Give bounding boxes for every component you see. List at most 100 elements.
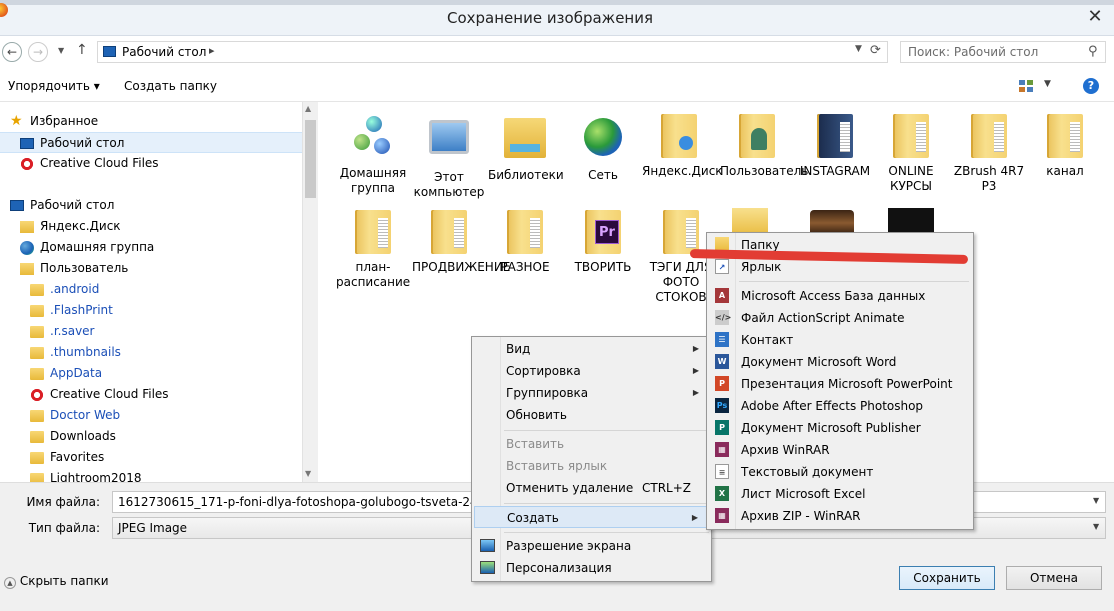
submenu-item-photoshop[interactable]: Ps Adobe After Effects Photoshop xyxy=(709,395,971,417)
menu-item-refresh[interactable]: Обновить xyxy=(474,404,709,426)
submenu-item-powerpoint[interactable]: P Презентация Microsoft PowerPoint xyxy=(709,373,971,395)
menu-item-label: Лист Microsoft Excel xyxy=(741,487,866,501)
chevron-down-icon[interactable]: ▼ xyxy=(1044,79,1051,89)
file-label: РАЗНОЕ xyxy=(500,260,550,274)
view-options-icon[interactable] xyxy=(1018,79,1034,93)
submenu-item-text-document[interactable]: ≡ Текстовый документ xyxy=(709,461,971,483)
chevron-right-icon: ▶ xyxy=(691,513,698,522)
submenu-item-zip[interactable]: ▦ Архив ZIP - WinRAR xyxy=(709,505,971,527)
submenu-item-word[interactable]: W Документ Microsoft Word xyxy=(709,351,971,373)
nav-item-rsaver[interactable]: .r.saver xyxy=(30,321,318,342)
menu-item-undo-delete[interactable]: Отменить удаление CTRL+Z xyxy=(474,477,709,499)
menu-item-label: Архив ZIP - WinRAR xyxy=(741,509,861,523)
nav-item-flashprint[interactable]: .FlashPrint xyxy=(30,300,318,321)
menu-item-view[interactable]: Вид ▶ xyxy=(474,338,709,360)
submenu-item-publisher[interactable]: P Документ Microsoft Publisher xyxy=(709,417,971,439)
scroll-down-icon[interactable]: ▼ xyxy=(305,469,311,478)
close-icon[interactable]: ✕ xyxy=(1080,4,1110,30)
file-item-yandex-disk[interactable]: Яндекс.Диск xyxy=(642,114,723,179)
file-item-this-pc[interactable]: Этот компьютер xyxy=(412,114,486,200)
address-bar[interactable]: Рабочий стол ▸ ▼ ⟳ xyxy=(97,41,888,63)
menu-item-screen-resolution[interactable]: Разрешение экрана xyxy=(474,535,709,557)
file-item-plan[interactable]: план-расписание xyxy=(336,210,410,290)
menu-item-sort[interactable]: Сортировка ▶ xyxy=(474,360,709,382)
menu-item-paste[interactable]: Вставить xyxy=(474,433,709,455)
nav-item-lightroom[interactable]: Lightroom2018 xyxy=(30,468,318,482)
toolbar: Упорядочить ▾ Создать папку ▼ ? xyxy=(0,70,1114,102)
refresh-icon[interactable]: ⟳ xyxy=(870,43,881,58)
file-item-kanal[interactable]: канал xyxy=(1028,114,1102,179)
downloads-folder-icon xyxy=(30,430,44,443)
nav-item-user[interactable]: Пользователь xyxy=(20,258,318,279)
file-item-instagram[interactable]: INSTAGRAM xyxy=(798,114,872,179)
menu-item-create[interactable]: Создать ▶ xyxy=(474,506,709,528)
file-item-user[interactable]: Пользователь xyxy=(720,114,808,179)
hide-folders-button[interactable]: ▲ Скрыть папки xyxy=(4,574,109,589)
libraries-icon xyxy=(503,118,547,164)
nav-item-android[interactable]: .android xyxy=(30,279,318,300)
cancel-button[interactable]: Отмена xyxy=(1006,566,1102,590)
organize-button[interactable]: Упорядочить ▾ xyxy=(8,79,100,93)
folder-icon xyxy=(30,325,44,338)
search-placeholder: Поиск: Рабочий стол xyxy=(908,45,1039,59)
menu-item-group[interactable]: Группировка ▶ xyxy=(474,382,709,404)
file-label: Этот компьютер xyxy=(413,170,485,199)
file-item-zbrush[interactable]: ZBrush 4R7 P3 xyxy=(952,114,1026,194)
nav-item-label: .r.saver xyxy=(50,324,95,338)
menu-item-personalize[interactable]: Персонализация xyxy=(474,557,709,579)
hide-folders-label: Скрыть папки xyxy=(19,574,109,588)
file-item-online-courses[interactable]: ONLINE КУРСЫ xyxy=(874,114,948,194)
submenu-item-contact[interactable]: ☰ Контакт xyxy=(709,329,971,351)
new-folder-button[interactable]: Создать папку xyxy=(124,79,217,93)
user-folder-icon xyxy=(20,262,34,275)
help-icon[interactable]: ? xyxy=(1083,78,1099,94)
file-label: Яндекс.Диск xyxy=(642,164,723,178)
nav-item-creative-cloud-2[interactable]: Creative Cloud Files xyxy=(30,384,318,405)
nav-item-favorites-folder[interactable]: Favorites xyxy=(30,447,318,468)
chevron-down-icon[interactable]: ▼ xyxy=(1093,522,1099,531)
window-title: Сохранение изображения xyxy=(446,9,653,27)
file-item-misc[interactable]: РАЗНОЕ xyxy=(488,210,562,275)
recent-locations-icon[interactable]: ▼ xyxy=(58,46,64,55)
nav-item-downloads[interactable]: Downloads xyxy=(30,426,318,447)
nav-item-favorites[interactable]: ★ Избранное xyxy=(10,111,312,132)
submenu-item-actionscript[interactable]: </> Файл ActionScript Animate xyxy=(709,307,971,329)
scroll-up-icon[interactable]: ▲ xyxy=(305,104,311,113)
context-menu: Вид ▶ Сортировка ▶ Группировка ▶ Обновить В… xyxy=(471,336,712,582)
nav-item-creative-cloud[interactable]: Creative Cloud Files xyxy=(20,153,318,174)
nav-item-label: Downloads xyxy=(50,429,116,443)
file-item-libraries[interactable]: Библиотеки xyxy=(488,114,564,183)
chevron-down-icon[interactable]: ▼ xyxy=(1093,496,1099,505)
menu-item-paste-shortcut[interactable]: Вставить ярлык xyxy=(474,455,709,477)
nav-item-desktop[interactable]: Рабочий стол xyxy=(10,195,312,216)
address-crumb[interactable]: Рабочий стол xyxy=(122,45,206,59)
back-button[interactable]: ← xyxy=(2,42,22,62)
submenu-item-winrar[interactable]: ▦ Архив WinRAR xyxy=(709,439,971,461)
up-button[interactable]: ↑ xyxy=(76,42,88,58)
search-input[interactable]: Поиск: Рабочий стол ⚲ xyxy=(900,41,1106,63)
file-item-promotion[interactable]: ПРОДВИЖЕНИЕ xyxy=(412,210,510,275)
filename-label: Имя файла: xyxy=(26,495,100,509)
menu-item-label: Документ Microsoft Publisher xyxy=(741,421,921,435)
chevron-right-icon[interactable]: ▸ xyxy=(209,44,215,57)
nav-item-appdata[interactable]: AppData xyxy=(30,363,318,384)
nav-item-thumbnails[interactable]: .thumbnails xyxy=(30,342,318,363)
submenu-item-access[interactable]: A Microsoft Access База данных xyxy=(709,285,971,307)
nav-item-doctor-web[interactable]: Doctor Web xyxy=(30,405,318,426)
nav-item-desktop-favorite[interactable]: Рабочий стол xyxy=(0,132,302,153)
search-icon[interactable]: ⚲ xyxy=(1088,44,1098,59)
desktop-icon xyxy=(10,200,24,211)
forward-button[interactable]: → xyxy=(28,42,48,62)
chevron-down-icon[interactable]: ▼ xyxy=(855,44,862,54)
file-item-network[interactable]: Сеть xyxy=(566,114,640,183)
nav-item-yandex-disk[interactable]: Яндекс.Диск xyxy=(20,216,318,237)
submenu-item-excel[interactable]: X Лист Microsoft Excel xyxy=(709,483,971,505)
file-item-create[interactable]: Pr ТВОРИТЬ xyxy=(566,210,640,275)
save-button[interactable]: Сохранить xyxy=(899,566,995,590)
nav-item-label: Creative Cloud Files xyxy=(50,387,169,401)
nav-item-homegroup[interactable]: Домашняя группа xyxy=(20,237,318,258)
file-item-homegroup[interactable]: Домашняя группа xyxy=(336,114,410,196)
nav-scrollbar-thumb[interactable] xyxy=(305,120,316,198)
folder-icon xyxy=(30,346,44,359)
nav-item-label: Creative Cloud Files xyxy=(40,156,159,170)
